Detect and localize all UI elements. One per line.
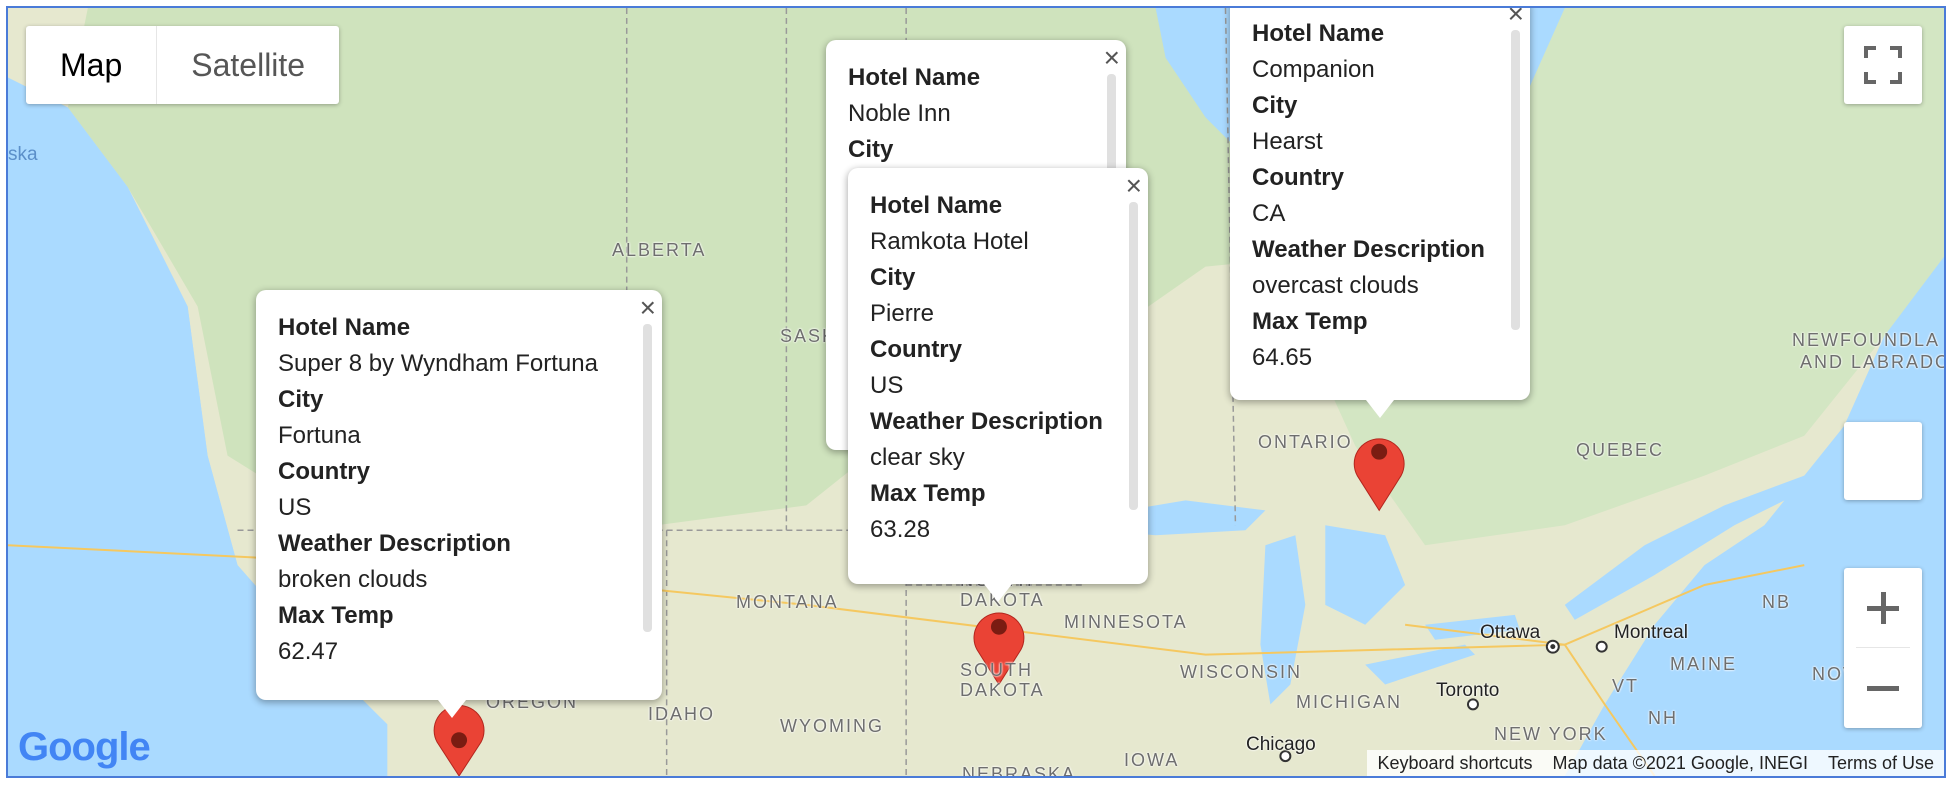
region-label: DAKOTA <box>960 680 1045 700</box>
country-label: Country <box>870 336 962 363</box>
info-scrollbar[interactable] <box>643 324 652 632</box>
region-label: ALBERTA <box>612 240 707 260</box>
weather-value: overcast clouds <box>1252 272 1419 299</box>
map-data-attribution: Map data ©2021 Google, INEGI <box>1552 752 1808 773</box>
region-label: IOWA <box>1124 750 1180 770</box>
max-temp-value: 64.65 <box>1252 344 1313 371</box>
info-tail <box>438 700 466 718</box>
city-label: City <box>848 136 894 163</box>
max-temp-label: Max Temp <box>870 480 986 507</box>
map-type-satellite-button[interactable]: Satellite <box>157 26 339 104</box>
minus-icon <box>1867 686 1899 691</box>
info-window-ramkota-hotel: × Hotel Name Ramkota Hotel City Pierre C… <box>848 168 1148 602</box>
country-label: Country <box>1252 164 1344 191</box>
region-label: MICHIGAN <box>1296 692 1402 712</box>
info-scrollbar[interactable] <box>1129 202 1138 510</box>
city-label: City <box>1252 92 1298 119</box>
info-scrollbar[interactable] <box>1511 30 1520 330</box>
close-icon[interactable]: × <box>1104 44 1120 72</box>
city-label: City <box>870 264 916 291</box>
info-tail <box>984 584 1012 602</box>
city-label: Ottawa <box>1480 622 1541 643</box>
region-label: MAINE <box>1670 654 1738 674</box>
weather-label: Weather Description <box>1252 236 1485 263</box>
weather-value: broken clouds <box>278 566 428 593</box>
hotel-name-value: Ramkota Hotel <box>870 228 1029 255</box>
max-temp-value: 63.28 <box>870 516 931 543</box>
hotel-name-value: Super 8 by Wyndham Fortuna <box>278 350 598 377</box>
city-value: Fortuna <box>278 422 361 449</box>
info-tail <box>1366 400 1394 418</box>
fullscreen-icon <box>1864 46 1902 84</box>
hotel-name-label: Hotel Name <box>848 64 981 91</box>
zoom-control <box>1844 568 1922 728</box>
region-label: NB <box>1762 592 1792 612</box>
max-temp-label: Max Temp <box>278 602 394 629</box>
close-icon[interactable]: × <box>1126 172 1142 200</box>
zoom-in-button[interactable] <box>1844 568 1922 647</box>
city-label: Chicago <box>1246 734 1316 755</box>
terms-of-use-link[interactable]: Terms of Use <box>1818 753 1944 774</box>
region-label: SOUTH <box>960 660 1033 680</box>
hotel-name-label: Hotel Name <box>1252 20 1385 47</box>
region-label: MINNESOTA <box>1064 612 1188 632</box>
region-label: NH <box>1648 708 1678 728</box>
region-label: IDAHO <box>648 704 716 724</box>
region-label: MONTANA <box>736 592 839 612</box>
water-label: ska <box>8 144 38 165</box>
region-label: WISCONSIN <box>1180 662 1303 682</box>
region-label: VT <box>1612 676 1640 696</box>
country-label: Country <box>278 458 370 485</box>
max-temp-value: 62.47 <box>278 638 339 665</box>
hotel-name-value: Noble Inn <box>848 100 951 127</box>
fullscreen-button[interactable] <box>1844 26 1922 104</box>
region-label: NEW YORK <box>1494 724 1608 744</box>
city-value: Pierre <box>870 300 935 327</box>
max-temp-label: Max Temp <box>1252 308 1368 335</box>
city-label: Toronto <box>1436 680 1500 701</box>
hotel-name-label: Hotel Name <box>278 314 411 341</box>
zoom-out-button[interactable] <box>1844 648 1922 728</box>
region-label: QUEBEC <box>1576 440 1665 460</box>
region-label: ONTARIO <box>1258 432 1353 452</box>
google-logo[interactable]: Google <box>18 725 151 770</box>
city-label: City <box>278 386 324 413</box>
map-footer: Keyboard shortcuts Map data ©2021 Google… <box>1367 750 1944 776</box>
weather-value: clear sky <box>870 444 965 471</box>
city-label: Montreal <box>1614 622 1688 643</box>
region-label: WYOMING <box>780 716 884 736</box>
keyboard-shortcuts-link[interactable]: Keyboard shortcuts <box>1367 753 1542 774</box>
plus-icon <box>1867 591 1899 624</box>
region-label: NEWFOUNDLA <box>1792 330 1941 350</box>
country-value: CA <box>1252 200 1286 227</box>
street-view-button[interactable] <box>1844 422 1922 500</box>
region-label: NEBRASKA <box>962 764 1077 778</box>
map-type-map-button[interactable]: Map <box>26 26 158 104</box>
info-window-companion: × Hotel Name Companion City Hearst Count… <box>1230 8 1530 418</box>
close-icon[interactable]: × <box>640 294 656 322</box>
hotel-name-value: Companion <box>1252 56 1375 83</box>
weather-label: Weather Description <box>278 530 511 557</box>
map-frame[interactable]: ALBERTA SASK ONTARIO QUEBEC NEWFOUNDLA A… <box>6 6 1946 778</box>
country-value: US <box>870 372 904 399</box>
close-icon[interactable]: × <box>1508 8 1524 28</box>
hotel-name-label: Hotel Name <box>870 192 1003 219</box>
region-label: AND LABRADO <box>1800 352 1946 372</box>
weather-label: Weather Description <box>870 408 1103 435</box>
info-window-super-8: × Hotel Name Super 8 by Wyndham Fortuna … <box>256 290 662 718</box>
city-value: Hearst <box>1252 128 1323 155</box>
country-value: US <box>278 494 312 521</box>
google-logo-text: Google <box>18 725 151 769</box>
map-type-control: Map Satellite <box>26 26 340 104</box>
